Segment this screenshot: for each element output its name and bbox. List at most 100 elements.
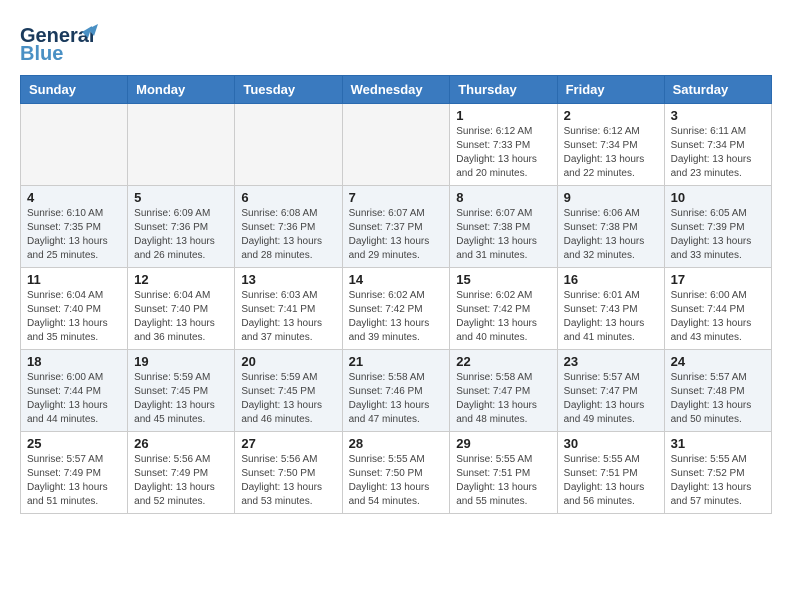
day-number: 18 bbox=[27, 354, 121, 369]
day-number: 7 bbox=[349, 190, 444, 205]
calendar-week-1: 1 Sunrise: 6:12 AMSunset: 7:33 PMDaylight… bbox=[21, 104, 772, 186]
day-info: Sunrise: 6:12 AMSunset: 7:33 PMDaylight:… bbox=[456, 125, 550, 181]
day-info: Sunrise: 6:00 AMSunset: 7:44 PMDaylight:… bbox=[671, 289, 765, 345]
calendar: SundayMondayTuesdayWednesdayThursdayFrid… bbox=[20, 75, 772, 514]
calendar-cell: 15 Sunrise: 6:02 AMSunset: 7:42 PMDayligh… bbox=[450, 268, 557, 350]
day-number: 27 bbox=[241, 436, 335, 451]
calendar-cell: 26Sunrise: 5:56 AMSunset: 7:49 PMDayligh… bbox=[128, 432, 235, 514]
day-info: Sunrise: 6:12 AMSunset: 7:34 PMDaylight:… bbox=[564, 125, 658, 181]
day-number: 12 bbox=[134, 272, 228, 287]
day-info: Sunrise: 6:07 AMSunset: 7:38 PMDaylight:… bbox=[456, 207, 550, 263]
calendar-cell: 14 Sunrise: 6:02 AMSunset: 7:42 PMDayligh… bbox=[342, 268, 450, 350]
day-number: 5 bbox=[134, 190, 228, 205]
calendar-cell: 3Sunrise: 6:11 AMSunset: 7:34 PMDaylight… bbox=[664, 104, 771, 186]
day-info: Sunrise: 5:58 AMSunset: 7:46 PMDaylight:… bbox=[349, 371, 444, 427]
day-info: Sunrise: 6:09 AMSunset: 7:36 PMDaylight:… bbox=[134, 207, 228, 263]
calendar-cell: 12 Sunrise: 6:04 AMSunset: 7:40 PMDayligh… bbox=[128, 268, 235, 350]
calendar-cell bbox=[128, 104, 235, 186]
calendar-cell: 2Sunrise: 6:12 AMSunset: 7:34 PMDaylight… bbox=[557, 104, 664, 186]
calendar-cell: 8 Sunrise: 6:07 AMSunset: 7:38 PMDaylight… bbox=[450, 186, 557, 268]
day-number: 9 bbox=[564, 190, 658, 205]
day-number: 1 bbox=[456, 108, 550, 123]
day-info: Sunrise: 6:04 AMSunset: 7:40 PMDaylight:… bbox=[27, 289, 121, 345]
weekday-header-monday: Monday bbox=[128, 76, 235, 104]
day-info: Sunrise: 6:07 AMSunset: 7:37 PMDaylight:… bbox=[349, 207, 444, 263]
calendar-cell: 24 Sunrise: 5:57 AMSunset: 7:48 PMDayligh… bbox=[664, 350, 771, 432]
day-info: Sunrise: 6:02 AMSunset: 7:42 PMDaylight:… bbox=[349, 289, 444, 345]
day-number: 19 bbox=[134, 354, 228, 369]
day-number: 15 bbox=[456, 272, 550, 287]
weekday-header-sunday: Sunday bbox=[21, 76, 128, 104]
calendar-cell: 18 Sunrise: 6:00 AMSunset: 7:44 PMDayligh… bbox=[21, 350, 128, 432]
day-info: Sunrise: 5:56 AMSunset: 7:50 PMDaylight:… bbox=[241, 453, 335, 509]
calendar-cell: 20 Sunrise: 5:59 AMSunset: 7:45 PMDayligh… bbox=[235, 350, 342, 432]
calendar-cell: 4 Sunrise: 6:10 AMSunset: 7:35 PMDaylight… bbox=[21, 186, 128, 268]
calendar-cell: 23 Sunrise: 5:57 AMSunset: 7:47 PMDayligh… bbox=[557, 350, 664, 432]
day-number: 16 bbox=[564, 272, 658, 287]
weekday-header-thursday: Thursday bbox=[450, 76, 557, 104]
day-number: 8 bbox=[456, 190, 550, 205]
calendar-cell: 29 Sunrise: 5:55 AMSunset: 7:51 PMDayligh… bbox=[450, 432, 557, 514]
weekday-header-tuesday: Tuesday bbox=[235, 76, 342, 104]
day-number: 25 bbox=[27, 436, 121, 451]
calendar-cell: 7 Sunrise: 6:07 AMSunset: 7:37 PMDaylight… bbox=[342, 186, 450, 268]
calendar-cell: 11Sunrise: 6:04 AMSunset: 7:40 PMDayligh… bbox=[21, 268, 128, 350]
weekday-header-saturday: Saturday bbox=[664, 76, 771, 104]
day-number: 22 bbox=[456, 354, 550, 369]
calendar-cell: 21Sunrise: 5:58 AMSunset: 7:46 PMDayligh… bbox=[342, 350, 450, 432]
day-info: Sunrise: 6:10 AMSunset: 7:35 PMDaylight:… bbox=[27, 207, 121, 263]
calendar-cell: 16 Sunrise: 6:01 AMSunset: 7:43 PMDayligh… bbox=[557, 268, 664, 350]
day-info: Sunrise: 6:04 AMSunset: 7:40 PMDaylight:… bbox=[134, 289, 228, 345]
day-info: Sunrise: 6:01 AMSunset: 7:43 PMDaylight:… bbox=[564, 289, 658, 345]
day-info: Sunrise: 6:06 AMSunset: 7:38 PMDaylight:… bbox=[564, 207, 658, 263]
day-number: 13 bbox=[241, 272, 335, 287]
weekday-header-wednesday: Wednesday bbox=[342, 76, 450, 104]
logo: General Blue bbox=[20, 20, 110, 65]
calendar-cell: 17 Sunrise: 6:00 AMSunset: 7:44 PMDayligh… bbox=[664, 268, 771, 350]
day-info: Sunrise: 6:08 AMSunset: 7:36 PMDaylight:… bbox=[241, 207, 335, 263]
day-info: Sunrise: 5:58 AMSunset: 7:47 PMDaylight:… bbox=[456, 371, 550, 427]
svg-text:Blue: Blue bbox=[20, 43, 63, 65]
day-info: Sunrise: 6:03 AMSunset: 7:41 PMDaylight:… bbox=[241, 289, 335, 345]
day-info: Sunrise: 5:59 AMSunset: 7:45 PMDaylight:… bbox=[241, 371, 335, 427]
calendar-cell: 5 Sunrise: 6:09 AMSunset: 7:36 PMDaylight… bbox=[128, 186, 235, 268]
page-header: General Blue bbox=[20, 20, 772, 65]
day-info: Sunrise: 6:05 AMSunset: 7:39 PMDaylight:… bbox=[671, 207, 765, 263]
day-number: 17 bbox=[671, 272, 765, 287]
calendar-cell: 25 Sunrise: 5:57 AMSunset: 7:49 PMDayligh… bbox=[21, 432, 128, 514]
weekday-header-friday: Friday bbox=[557, 76, 664, 104]
day-info: Sunrise: 5:57 AMSunset: 7:47 PMDaylight:… bbox=[564, 371, 658, 427]
logo-svg: General Blue bbox=[20, 20, 110, 65]
calendar-cell: 28Sunrise: 5:55 AMSunset: 7:50 PMDayligh… bbox=[342, 432, 450, 514]
day-number: 30 bbox=[564, 436, 658, 451]
day-info: Sunrise: 5:57 AMSunset: 7:48 PMDaylight:… bbox=[671, 371, 765, 427]
day-number: 24 bbox=[671, 354, 765, 369]
day-number: 4 bbox=[27, 190, 121, 205]
day-info: Sunrise: 5:55 AMSunset: 7:52 PMDaylight:… bbox=[671, 453, 765, 509]
calendar-cell bbox=[342, 104, 450, 186]
calendar-week-2: 4 Sunrise: 6:10 AMSunset: 7:35 PMDaylight… bbox=[21, 186, 772, 268]
day-number: 23 bbox=[564, 354, 658, 369]
day-info: Sunrise: 5:57 AMSunset: 7:49 PMDaylight:… bbox=[27, 453, 121, 509]
calendar-cell: 1 Sunrise: 6:12 AMSunset: 7:33 PMDaylight… bbox=[450, 104, 557, 186]
calendar-cell: 13 Sunrise: 6:03 AMSunset: 7:41 PMDayligh… bbox=[235, 268, 342, 350]
day-info: Sunrise: 6:00 AMSunset: 7:44 PMDaylight:… bbox=[27, 371, 121, 427]
day-number: 28 bbox=[349, 436, 444, 451]
day-info: Sunrise: 5:55 AMSunset: 7:51 PMDaylight:… bbox=[564, 453, 658, 509]
calendar-week-4: 18 Sunrise: 6:00 AMSunset: 7:44 PMDayligh… bbox=[21, 350, 772, 432]
day-number: 20 bbox=[241, 354, 335, 369]
calendar-cell: 27 Sunrise: 5:56 AMSunset: 7:50 PMDayligh… bbox=[235, 432, 342, 514]
weekday-header-row: SundayMondayTuesdayWednesdayThursdayFrid… bbox=[21, 76, 772, 104]
day-info: Sunrise: 6:02 AMSunset: 7:42 PMDaylight:… bbox=[456, 289, 550, 345]
calendar-cell bbox=[235, 104, 342, 186]
day-number: 3 bbox=[671, 108, 765, 123]
calendar-cell: 6 Sunrise: 6:08 AMSunset: 7:36 PMDaylight… bbox=[235, 186, 342, 268]
day-number: 29 bbox=[456, 436, 550, 451]
calendar-cell: 9 Sunrise: 6:06 AMSunset: 7:38 PMDaylight… bbox=[557, 186, 664, 268]
day-number: 6 bbox=[241, 190, 335, 205]
day-info: Sunrise: 5:55 AMSunset: 7:51 PMDaylight:… bbox=[456, 453, 550, 509]
calendar-cell: 10Sunrise: 6:05 AMSunset: 7:39 PMDayligh… bbox=[664, 186, 771, 268]
day-info: Sunrise: 5:59 AMSunset: 7:45 PMDaylight:… bbox=[134, 371, 228, 427]
day-number: 31 bbox=[671, 436, 765, 451]
day-number: 14 bbox=[349, 272, 444, 287]
